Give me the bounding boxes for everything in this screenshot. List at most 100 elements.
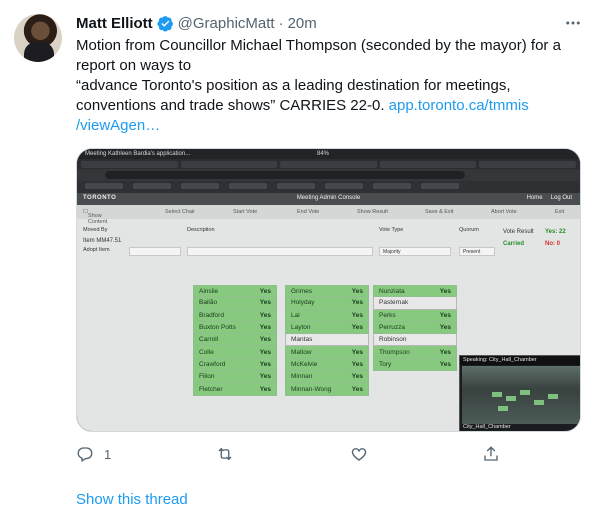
- end-vote: End Vote: [297, 209, 320, 215]
- councillor-name: Mantas: [291, 336, 313, 344]
- councillor-name: Grimes: [291, 287, 312, 295]
- councillor-row: Mantas: [285, 334, 369, 347]
- councillor-vote: Yes: [259, 385, 271, 393]
- councillor-column: Grimes Yes Holyday Yes Lai Yes Layton Yes Mantas…: [285, 285, 369, 396]
- councillor-vote: Yes: [259, 287, 271, 295]
- councillor-row: Robinson: [373, 334, 457, 347]
- tweet-time[interactable]: 20m: [288, 15, 317, 32]
- retweet-icon: [218, 447, 232, 461]
- councillor-vote: Yes: [351, 311, 363, 319]
- tweet: Matt Elliott @GraphicMatt · 20m Motion f…: [0, 0, 598, 523]
- councillor-vote: Yes: [351, 360, 363, 368]
- councillor-name: Bailão: [199, 299, 218, 307]
- reply-button[interactable]: 1: [76, 444, 111, 464]
- tweet-link[interactable]: app.toronto.ca/tmmis: [389, 97, 529, 114]
- councillor-name: Fletcher: [199, 385, 223, 393]
- councillor-vote: Yes: [259, 336, 271, 344]
- description-label: Description: [187, 227, 215, 233]
- councillor-name: Perruzza: [379, 324, 406, 332]
- councillor-row: Lai Yes: [285, 309, 369, 322]
- show-result: Show Result: [357, 209, 388, 215]
- councillor-row: Filion Yes: [193, 371, 277, 384]
- councillor-name: Minnan-Wong: [291, 385, 332, 393]
- retweet-button[interactable]: [216, 444, 234, 464]
- councillor-row: Perruzza Yes: [373, 321, 457, 335]
- avatar[interactable]: [14, 14, 62, 62]
- tweet-line: /viewAgen…: [76, 116, 576, 136]
- tweet-link-continued[interactable]: /viewAgen…: [76, 117, 160, 134]
- vote-result-label: Vote Result: [503, 229, 534, 235]
- councillor-name: Bradford: [199, 311, 224, 319]
- app-toolbar: ☐ Show Content Select Chair Start Vote E…: [77, 205, 580, 225]
- moved-by-label: Moved By: [83, 227, 108, 233]
- councillor-row: Grimes Yes: [285, 285, 369, 298]
- share-button[interactable]: [482, 444, 500, 464]
- councillor-vote: Yes: [259, 360, 271, 368]
- tweet-header: Matt Elliott @GraphicMatt · 20m: [76, 13, 317, 33]
- like-button[interactable]: [350, 444, 368, 464]
- councillor-vote: Yes: [351, 385, 363, 393]
- councillor-row: Fletcher Yes: [193, 383, 277, 396]
- tweet-actions: 1: [76, 444, 506, 464]
- share-icon: [484, 446, 498, 461]
- author-name[interactable]: Matt Elliott: [76, 15, 153, 32]
- councillor-name: Thompson: [379, 348, 410, 356]
- separator-dot: ·: [278, 14, 284, 32]
- councillor-vote: Yes: [439, 287, 451, 295]
- councillor-row: Ainslie Yes: [193, 285, 277, 298]
- tweet-line: Motion from Councillor Michael Thompson …: [76, 37, 561, 54]
- councillor-name: Nunziata: [379, 287, 405, 295]
- media-screenshot[interactable]: Meeting Kathleen Bardia's application...…: [76, 148, 581, 432]
- councillor-row: Matlow Yes: [285, 346, 369, 359]
- councillor-vote: Yes: [439, 311, 451, 319]
- councillor-row: Holyday Yes: [285, 297, 369, 310]
- councillor-row: Pasternak: [373, 297, 457, 310]
- adopt-item: Adopt Item: [83, 247, 110, 253]
- councillor-vote: Yes: [351, 299, 363, 307]
- quorum-select: Present: [459, 247, 495, 256]
- councillor-vote: Yes: [259, 348, 271, 356]
- author-handle[interactable]: @GraphicMatt: [178, 15, 275, 32]
- councillor-row: McKelvie Yes: [285, 358, 369, 372]
- councillor-name: Colle: [199, 348, 214, 356]
- start-vote: Start Vote: [233, 209, 258, 215]
- moved-by-select: [129, 247, 181, 256]
- yes-count: Yes: 22: [545, 229, 566, 235]
- video-caption: City_Hall_Chamber: [463, 424, 511, 430]
- councillor-column: Nunziata Yes Pasternak Perks Yes Perruzza Yes R…: [373, 285, 457, 372]
- browser-tab-title: Meeting Kathleen Bardia's application...: [85, 151, 191, 157]
- councillor-name: Filion: [199, 373, 215, 381]
- councillor-name: Layton: [291, 324, 311, 332]
- quorum-label: Quorum: [459, 227, 479, 233]
- exit: Exit: [555, 209, 565, 215]
- councillor-name: Carroll: [199, 336, 219, 344]
- video-feed: Speaking: City_Hall_Chamber City_Hall_Ch…: [459, 355, 580, 431]
- show-content-checkbox: ☐ Show Content: [83, 209, 108, 225]
- councillor-vote: Yes: [259, 324, 271, 332]
- councillor-vote: Yes: [259, 373, 271, 381]
- save-exit: Save & Exit: [425, 209, 454, 215]
- councillor-name: Crawford: [199, 360, 226, 368]
- browser-bookmarks: [77, 181, 580, 193]
- reply-icon: [77, 447, 93, 462]
- reply-count: 1: [104, 446, 112, 462]
- tweet-line: “advance Toronto's position as a leading…: [76, 77, 511, 94]
- councillor-name: Tory: [379, 360, 392, 368]
- speaking-label: Speaking: City_Hall_Chamber: [460, 356, 580, 365]
- councillor-row: Carroll Yes: [193, 334, 277, 347]
- show-thread-link[interactable]: Show this thread: [76, 491, 188, 508]
- councillor-name: Lai: [291, 311, 300, 319]
- tweet-text: Motion from Councillor Michael Thompson …: [76, 36, 576, 136]
- councillor-row: Nunziata Yes: [373, 285, 457, 298]
- councillor-row: Minnan-Wong Yes: [285, 383, 369, 396]
- councillor-row: Crawford Yes: [193, 358, 277, 372]
- more-options-icon[interactable]: [562, 12, 584, 34]
- councillor-row: Tory Yes: [373, 358, 457, 372]
- councillor-vote: Yes: [439, 324, 451, 332]
- councillor-row: Thompson Yes: [373, 346, 457, 359]
- councillor-name: Minnan: [291, 373, 313, 381]
- councillor-row: Minnan Yes: [285, 371, 369, 384]
- councillor-name: Robinson: [379, 336, 407, 344]
- item-number: Item MM47.51: [83, 238, 122, 244]
- councillor-name: Buxton Potts: [199, 324, 236, 332]
